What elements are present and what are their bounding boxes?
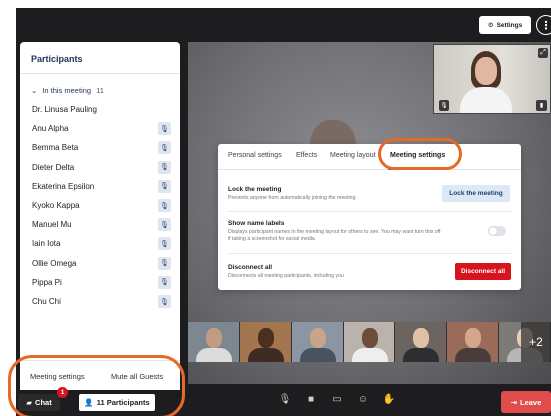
muted-mic-icon[interactable]: 🎙	[158, 256, 171, 270]
participant-row[interactable]: Manuel Mu 🎙	[20, 215, 180, 234]
participant-name: Anu Alpha	[32, 124, 69, 134]
name-labels-toggle[interactable]	[488, 226, 506, 236]
signal-bars-icon: ▮	[536, 100, 547, 111]
more-participants-count[interactable]: +2	[521, 322, 551, 362]
participant-name: Chu Chi	[32, 297, 61, 306]
participant-thumbnail[interactable]	[239, 322, 292, 362]
highlight-ring	[8, 355, 185, 416]
participant-row[interactable]: Iain Iota 🎙	[20, 234, 180, 253]
participant-thumbnail[interactable]	[447, 322, 500, 362]
participant-row[interactable]: Ollie Omega 🎙	[20, 254, 180, 273]
leave-button[interactable]: ⇥ Leave	[501, 391, 551, 413]
participant-name: Dieter Delta	[32, 162, 75, 172]
panel-title: Participants	[31, 54, 83, 64]
muted-mic-icon[interactable]: 🎙	[158, 295, 171, 308]
participant-thumbnail[interactable]	[343, 322, 396, 362]
participant-name: Manuel Mu	[32, 220, 72, 230]
participant-name: Ekaterina Epsilon	[32, 181, 95, 191]
microphone-icon[interactable]: 🎙	[278, 392, 292, 406]
microphone-icon: 🎙	[439, 100, 449, 111]
tab-personal-settings[interactable]: Personal settings	[228, 152, 282, 159]
self-view-video[interactable]: ⤢ 🎙 ▮	[433, 44, 551, 114]
participant-name: Bemma Beta	[32, 143, 79, 153]
muted-mic-icon[interactable]: 🎙	[158, 237, 171, 251]
meeting-app: ⚙ Settings ⋮ ⤢ 🎙 ▮ +2 🎙 ■ ▭ ☺ ✋ ⇥ Leave …	[0, 0, 551, 416]
share-screen-icon[interactable]: ▭	[330, 392, 344, 406]
raise-hand-icon[interactable]: ✋	[382, 392, 396, 406]
participant-row[interactable]: Ekaterina Epsilon 🎙	[20, 177, 180, 196]
highlight-ring	[378, 138, 462, 170]
background-effects-icon[interactable]: ☺	[356, 392, 370, 406]
settings-button[interactable]: ⚙ Settings	[479, 16, 531, 34]
name-labels-desc: Displays participant names in the meetin…	[228, 229, 441, 242]
participant-name: Ollie Omega	[32, 258, 77, 268]
participant-row[interactable]: Bemma Beta 🎙	[20, 138, 180, 157]
lock-meeting-title: Lock the meeting	[228, 186, 282, 193]
participants-panel: Participants ⌄ In this meeting 11 Dr. Li…	[20, 42, 180, 390]
muted-mic-icon[interactable]: 🎙	[158, 199, 171, 212]
participant-row[interactable]: Anu Alpha 🎙	[20, 119, 180, 138]
gear-icon: ⚙	[487, 22, 494, 29]
exit-icon: ⇥	[510, 397, 517, 407]
group-count: 11	[96, 86, 104, 95]
participant-row[interactable]: Dieter Delta 🎙	[20, 158, 180, 177]
muted-mic-icon[interactable]: 🎙	[158, 160, 171, 174]
expand-icon[interactable]: ⤢	[538, 48, 548, 58]
tab-meeting-layout[interactable]: Meeting layout	[330, 152, 376, 159]
participant-thumbnail[interactable]	[291, 322, 344, 362]
muted-mic-icon[interactable]: 🎙	[158, 141, 171, 155]
participant-thumbnail-strip: +2	[188, 322, 551, 362]
disconnect-all-button[interactable]: Disconnect all	[455, 263, 511, 280]
lock-meeting-desc: Prevents anyone from automatically joini…	[228, 195, 356, 201]
participant-name: Dr. Linusa Pauling	[32, 105, 97, 114]
name-labels-row: Show name labels Displays participant na…	[228, 212, 511, 254]
participant-row[interactable]: Pippa Pi 🎙	[20, 273, 180, 292]
muted-mic-icon[interactable]: 🎙	[158, 275, 171, 289]
participant-row[interactable]: Chu Chi 🎙	[20, 292, 180, 311]
more-vertical-icon[interactable]: ⋮	[536, 15, 551, 35]
camera-icon[interactable]: ■	[304, 392, 318, 406]
participant-thumbnail[interactable]	[395, 322, 448, 362]
chevron-down-icon: ⌄	[31, 86, 38, 95]
participant-name: Iain Iota	[32, 239, 61, 249]
settings-dialog: Personal settings Effects Meeting layout…	[218, 144, 521, 290]
settings-tabs: Personal settings Effects Meeting layout…	[218, 144, 521, 170]
participant-name: Pippa Pi	[32, 277, 62, 287]
muted-mic-icon[interactable]: 🎙	[158, 122, 171, 136]
muted-mic-icon[interactable]: 🎙	[158, 218, 171, 232]
participant-thumbnail[interactable]	[188, 322, 240, 362]
participant-row[interactable]: Dr. Linusa Pauling	[20, 100, 180, 119]
tab-effects[interactable]: Effects	[296, 152, 317, 159]
muted-mic-icon[interactable]: 🎙	[158, 179, 171, 193]
call-controls: 🎙 ■ ▭ ☺ ✋	[278, 392, 396, 410]
participant-row[interactable]: Kyoko Kappa 🎙	[20, 196, 180, 215]
disconnect-all-title: Disconnect all	[228, 264, 273, 271]
name-labels-title: Show name labels	[228, 220, 285, 227]
in-meeting-group-header[interactable]: ⌄ In this meeting 11	[31, 86, 104, 95]
lock-meeting-button[interactable]: Lock the meeting	[442, 185, 510, 202]
disconnect-all-desc: Disconnects all meeting participants, in…	[228, 273, 344, 279]
participant-name: Kyoko Kappa	[32, 201, 80, 210]
